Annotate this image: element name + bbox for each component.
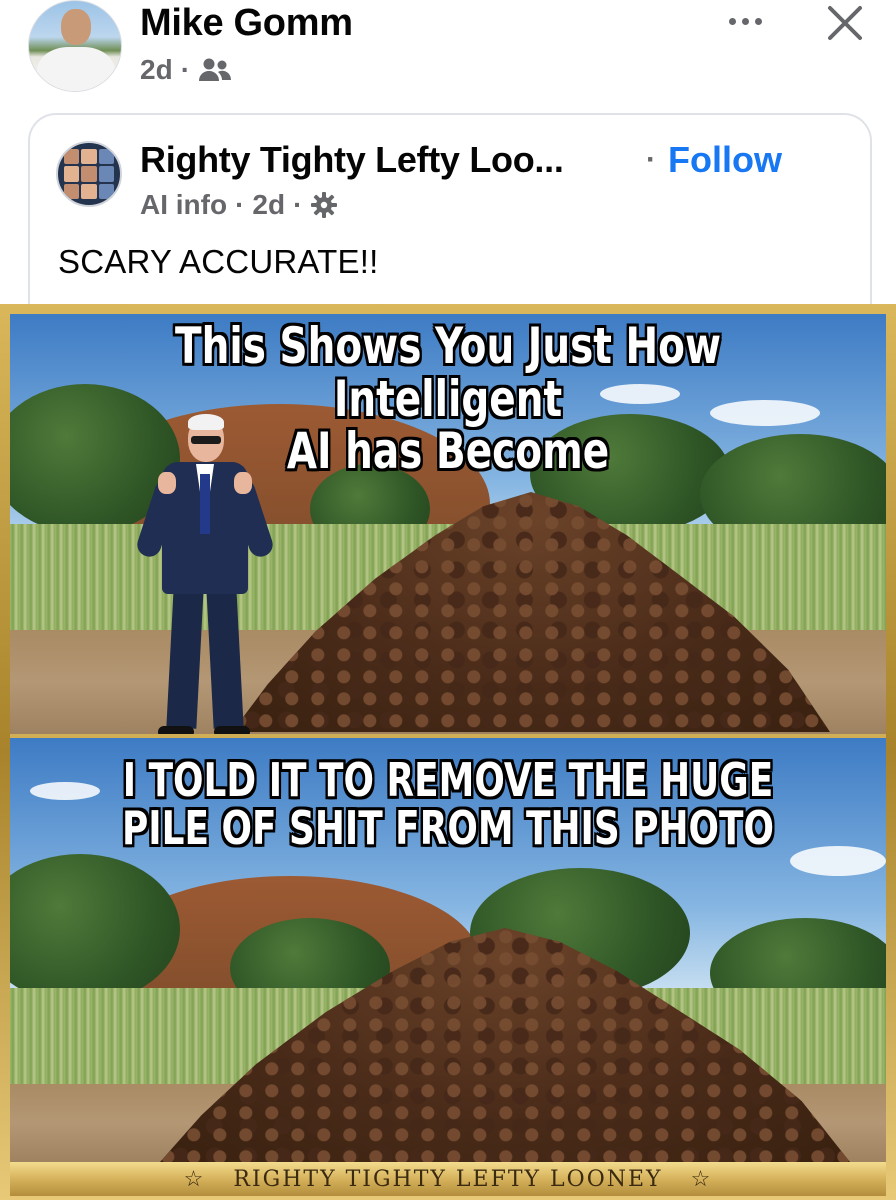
banner-text: RIGHTY TIGHTY LEFTY LOONEY	[233, 1166, 663, 1192]
cloud	[30, 782, 100, 800]
follow-separator: ·	[646, 143, 656, 176]
post-header: Mike Gomm 2d ·	[0, 0, 896, 112]
meme-top-text: This Shows You Just How Intelligent AI h…	[106, 320, 789, 478]
meme-bottom-panel: I TOLD IT TO REMOVE THE HUGE PILE OF SHI…	[10, 738, 886, 1162]
cloud	[790, 846, 886, 876]
more-horizontal-icon	[741, 17, 749, 25]
meme-footer-banner: ☆ RIGHTY TIGHTY LEFTY LOONEY ☆	[10, 1162, 886, 1196]
ai-info-link[interactable]: AI info	[140, 189, 227, 221]
more-horizontal-icon	[728, 17, 736, 25]
star-icon: ☆	[690, 1166, 713, 1192]
close-icon[interactable]	[822, 0, 868, 46]
meta-separator: ·	[293, 189, 303, 220]
meme-bottom-line-2: PILE OF SHIT FROM THIS PHOTO	[121, 801, 775, 856]
avatar-shirt	[37, 47, 115, 91]
more-options-button[interactable]	[718, 6, 772, 36]
meme-top-line-2: AI has Become	[286, 422, 610, 480]
meta-separator: ·	[235, 189, 245, 220]
post-caption: SCARY ACCURATE!!	[58, 243, 379, 280]
shared-post-meta: AI info · 2d ·	[140, 189, 338, 221]
post-meta: 2d ·	[140, 54, 232, 86]
meta-separator: ·	[180, 54, 191, 85]
author-avatar[interactable]	[28, 0, 122, 92]
shared-post-timestamp[interactable]: 2d	[252, 189, 285, 221]
follow-button[interactable]: Follow	[668, 139, 782, 181]
meme-bottom-line-1: I TOLD IT TO REMOVE THE HUGE	[122, 753, 774, 807]
page-avatar[interactable]	[56, 141, 122, 207]
meme-image[interactable]: This Shows You Just How Intelligent AI h…	[0, 304, 896, 1200]
gear-icon	[311, 192, 338, 218]
star-icon: ☆	[183, 1166, 206, 1192]
friends-icon	[199, 58, 232, 81]
meme-top-line-1: This Shows You Just How Intelligent	[175, 317, 721, 428]
meme-bottom-text: I TOLD IT TO REMOVE THE HUGE PILE OF SHI…	[106, 756, 789, 853]
avatar-face	[61, 9, 91, 45]
meme-content: This Shows You Just How Intelligent AI h…	[10, 314, 886, 1162]
meme-top-panel: This Shows You Just How Intelligent AI h…	[10, 314, 886, 734]
author-name[interactable]: Mike Gomm	[140, 2, 353, 45]
page-name[interactable]: Righty Tighty Lefty Loo...	[140, 139, 564, 181]
post-timestamp[interactable]: 2d	[140, 54, 173, 86]
more-horizontal-icon	[754, 17, 762, 25]
